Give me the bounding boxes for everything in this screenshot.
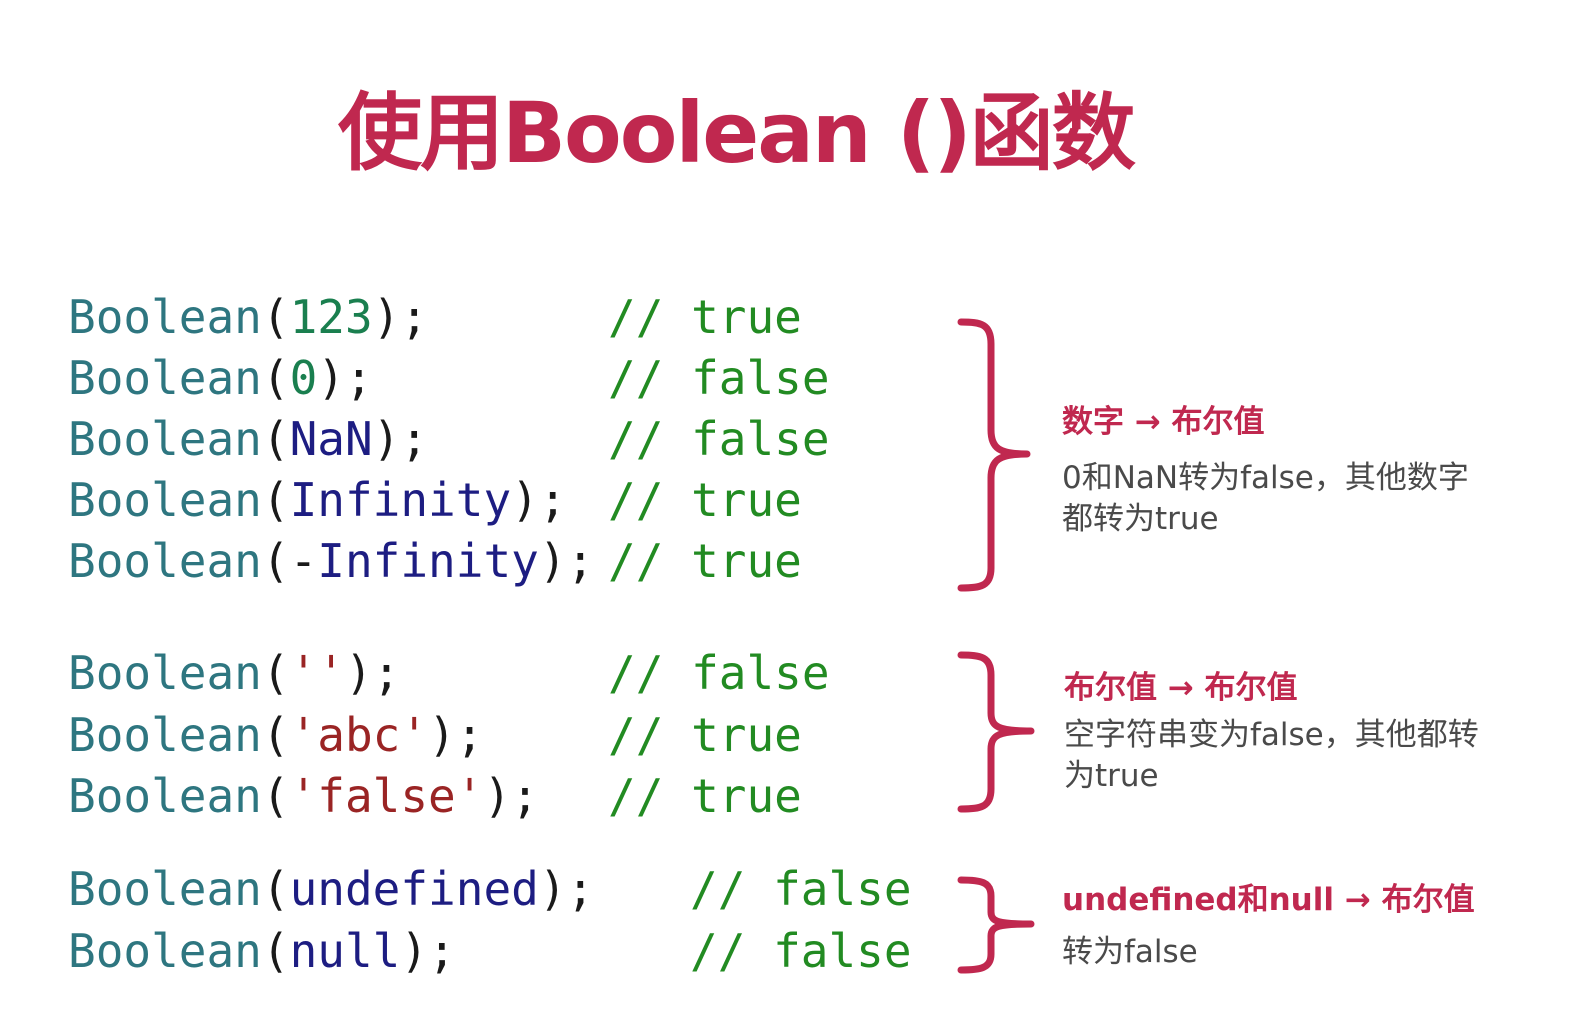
- close-paren: );: [344, 646, 401, 700]
- function-name: Boolean: [68, 862, 262, 916]
- close-paren: );: [400, 924, 456, 978]
- right-brace-numbers: [957, 318, 1031, 592]
- open-paren: (: [261, 473, 290, 527]
- code-line-boolean-null: Boolean(null);: [68, 920, 456, 982]
- close-paren: );: [538, 534, 595, 588]
- open-paren: (: [261, 769, 290, 823]
- function-name: Boolean: [68, 412, 262, 466]
- minus-sign: -: [289, 534, 318, 588]
- argument: 123: [289, 290, 373, 344]
- argument: Infinity: [289, 473, 512, 527]
- close-paren: );: [372, 412, 429, 466]
- close-paren: );: [538, 862, 595, 916]
- right-brace-undefined-null: [957, 876, 1035, 974]
- result-comment: // true: [608, 534, 802, 588]
- code-line-boolean-false-string: Boolean('false');: [68, 765, 539, 827]
- code-line-boolean-neg-infinity: Boolean(-Infinity);: [68, 530, 594, 592]
- open-paren: (: [261, 290, 290, 344]
- code-line-boolean-empty-string: Boolean('');: [68, 642, 400, 704]
- code-line-boolean-0: Boolean(0);: [68, 347, 373, 409]
- result-comment: // true: [608, 708, 802, 762]
- note-heading-strings: 布尔值 → 布尔值: [1064, 670, 1298, 706]
- code-line-boolean-infinity: Boolean(Infinity);: [68, 469, 567, 531]
- function-name: Boolean: [68, 290, 262, 344]
- function-name: Boolean: [68, 708, 262, 762]
- note-body-numbers: 0和NaN转为false，其他数字 都转为true: [1062, 460, 1469, 537]
- result-comment: // true: [608, 290, 802, 344]
- code-line-boolean-abc: Boolean('abc');: [68, 704, 483, 766]
- code-line-boolean-nan: Boolean(NaN);: [68, 408, 428, 470]
- open-paren: (: [261, 412, 290, 466]
- note-heading-numbers: 数字 → 布尔值: [1062, 404, 1265, 440]
- open-paren: (: [261, 708, 290, 762]
- argument: NaN: [289, 412, 373, 466]
- function-name: Boolean: [68, 473, 262, 527]
- close-paren: );: [372, 290, 429, 344]
- argument: 'abc': [289, 708, 429, 762]
- result-comment: // false: [608, 412, 830, 466]
- result-comment: // true: [608, 769, 802, 823]
- argument: 'false': [289, 769, 484, 823]
- argument: null: [289, 924, 401, 978]
- function-name: Boolean: [68, 924, 262, 978]
- result-comment: // false: [690, 924, 912, 978]
- result-comment: // false: [608, 351, 830, 405]
- result-comment: // false: [608, 646, 830, 700]
- right-brace-strings: [957, 651, 1035, 813]
- open-paren: (: [261, 351, 290, 405]
- argument: Infinity: [317, 534, 539, 588]
- note-body-undefined-null: 转为false: [1062, 934, 1198, 970]
- close-paren: );: [511, 473, 567, 527]
- open-paren: (: [261, 924, 290, 978]
- open-paren: (: [261, 534, 290, 588]
- argument: 0: [289, 351, 318, 405]
- close-paren: );: [317, 351, 373, 405]
- result-comment: // false: [690, 862, 912, 916]
- open-paren: (: [261, 862, 290, 916]
- function-name: Boolean: [68, 351, 262, 405]
- open-paren: (: [261, 646, 290, 700]
- result-comment: // true: [608, 473, 802, 527]
- argument: undefined: [289, 862, 539, 916]
- note-body-strings: 空字符串变为false，其他都转 为true: [1064, 717, 1479, 794]
- function-name: Boolean: [68, 646, 262, 700]
- argument: '': [289, 646, 345, 700]
- function-name: Boolean: [68, 534, 262, 588]
- note-heading-undefined-null: undefined和null → 布尔值: [1062, 882, 1475, 918]
- slide-title: 使用Boolean ()函数: [338, 84, 1136, 182]
- close-paren: );: [483, 769, 539, 823]
- code-line-boolean-undefined: Boolean(undefined);: [68, 858, 594, 920]
- code-line-boolean-123: Boolean(123);: [68, 286, 428, 348]
- close-paren: );: [428, 708, 484, 762]
- function-name: Boolean: [68, 769, 262, 823]
